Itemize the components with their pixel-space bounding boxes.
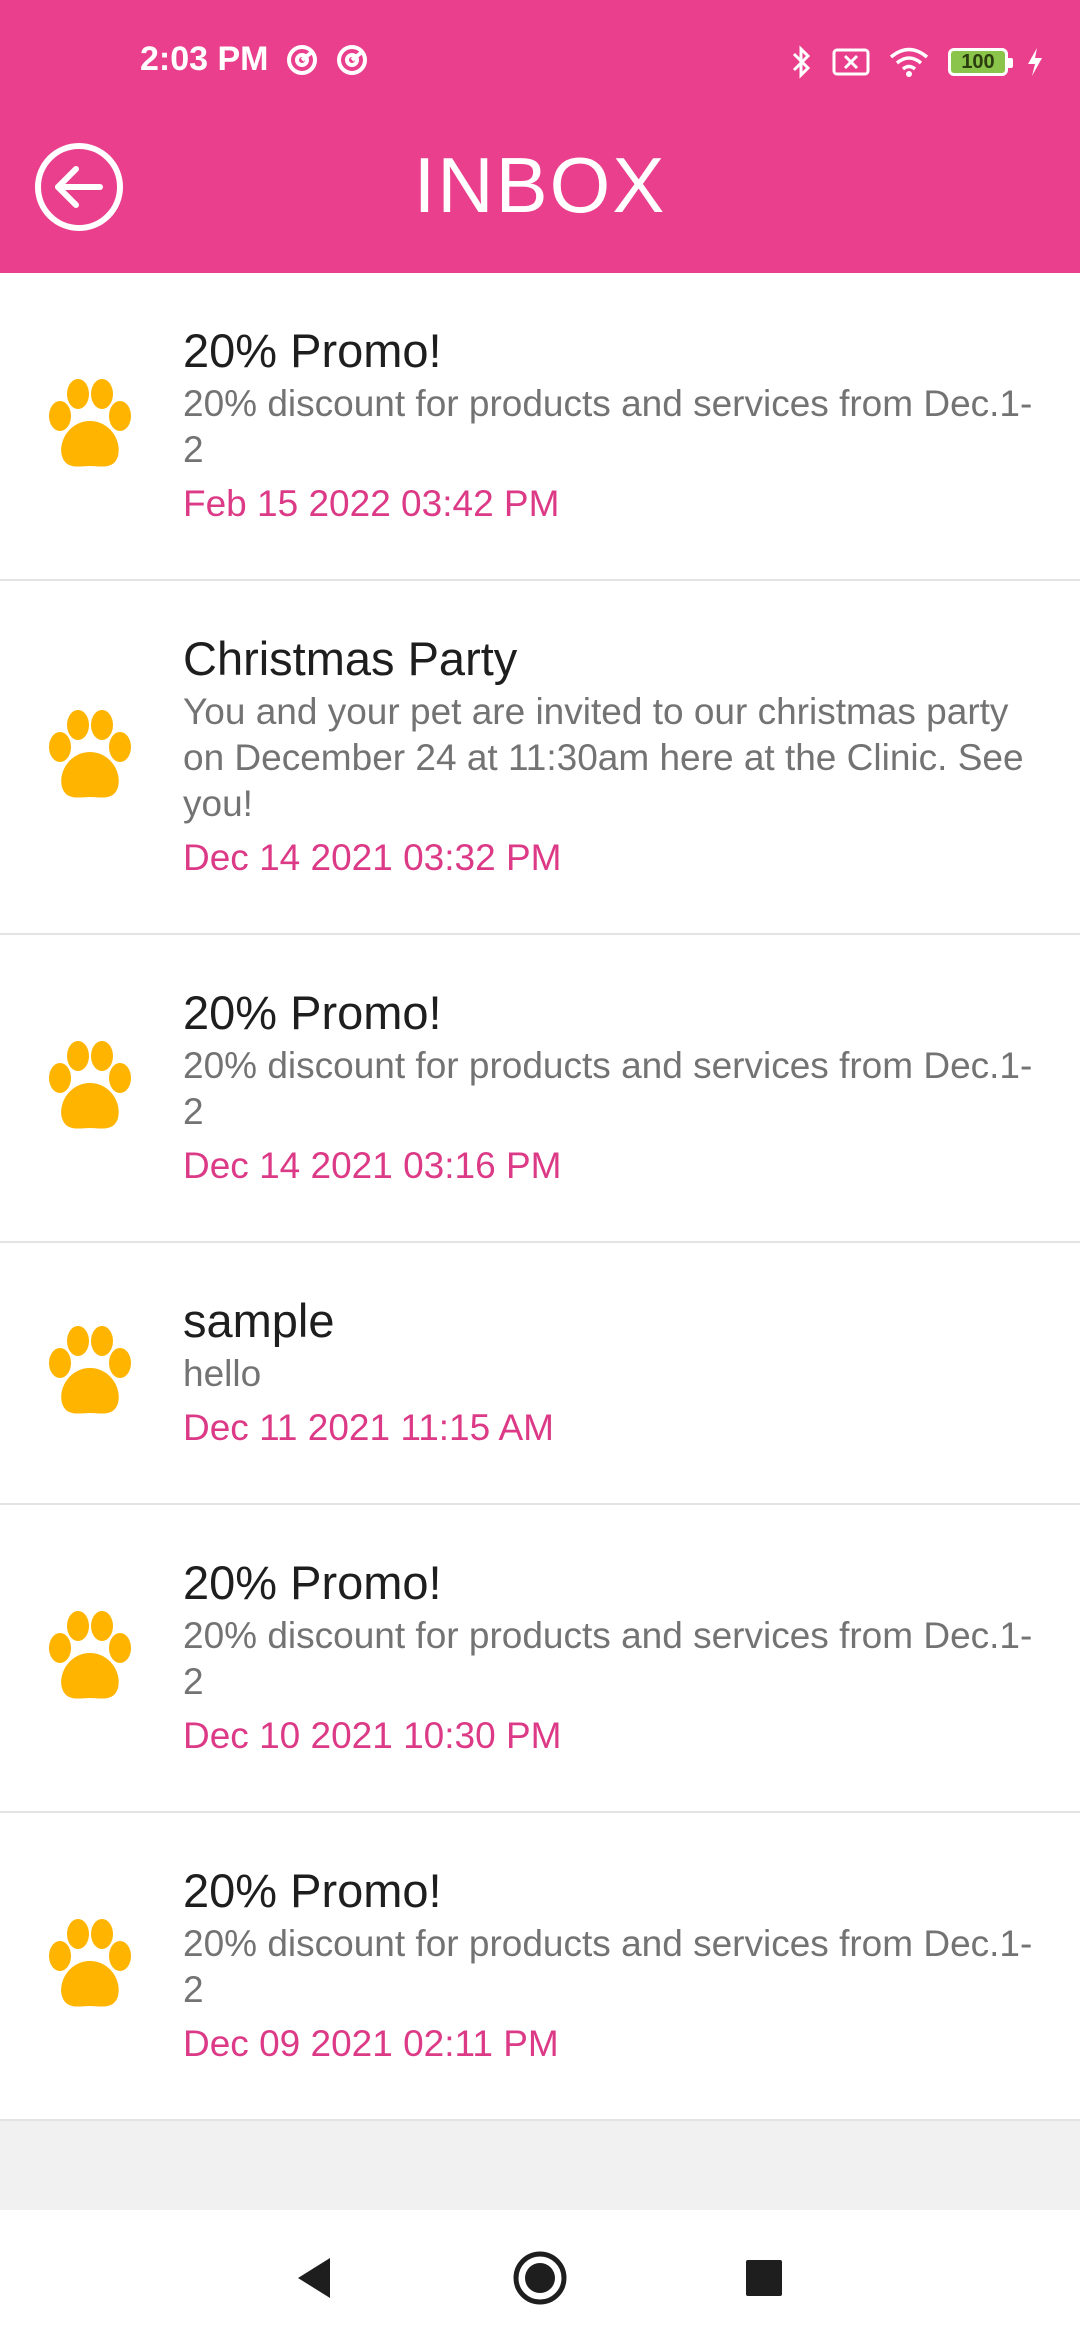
paw-icon bbox=[49, 379, 131, 467]
app-bar: 2:03 PM 100 INBOX bbox=[0, 0, 1080, 273]
message-title: 20% Promo! bbox=[183, 1556, 442, 1609]
battery-icon: 100 bbox=[948, 48, 1013, 76]
navigation-bar bbox=[0, 2210, 1080, 2340]
message-item[interactable]: 20% Promo! 20% discount for products and… bbox=[0, 1505, 1080, 1813]
message-body: 20% discount for products and services f… bbox=[183, 1615, 1033, 1702]
message-date: Dec 09 2021 02:11 PM bbox=[183, 2023, 559, 2064]
page-title: INBOX bbox=[413, 141, 667, 229]
message-title: sample bbox=[183, 1294, 335, 1347]
message-title: 20% Promo! bbox=[183, 1864, 442, 1917]
message-body: 20% discount for products and services f… bbox=[183, 1045, 1033, 1132]
message-item[interactable]: 20% Promo! 20% discount for products and… bbox=[0, 1813, 1080, 2121]
message-list: 20% Promo! 20% discount for products and… bbox=[0, 273, 1080, 2121]
nav-recents-icon[interactable] bbox=[734, 2248, 794, 2308]
paw-icon bbox=[49, 1611, 131, 1699]
charging-icon bbox=[1028, 48, 1042, 76]
paw-icon bbox=[49, 1919, 131, 2007]
nav-back-icon[interactable] bbox=[284, 2248, 344, 2308]
message-title: Christmas Party bbox=[183, 632, 518, 685]
battery-level: 100 bbox=[961, 50, 995, 73]
message-title: 20% Promo! bbox=[183, 986, 442, 1039]
message-body: hello bbox=[183, 1353, 262, 1394]
message-item[interactable]: Christmas Party You and your pet are inv… bbox=[0, 581, 1080, 935]
message-date: Dec 14 2021 03:16 PM bbox=[183, 1145, 562, 1186]
message-date: Feb 15 2022 03:42 PM bbox=[183, 483, 560, 524]
paw-icon bbox=[49, 1326, 131, 1414]
message-date: Dec 14 2021 03:32 PM bbox=[183, 837, 562, 878]
notification-icon bbox=[287, 45, 317, 75]
message-title: 20% Promo! bbox=[183, 324, 442, 377]
status-time: 2:03 PM bbox=[140, 40, 269, 78]
message-body: 20% discount for products and services f… bbox=[183, 1923, 1033, 2010]
wifi-icon bbox=[889, 47, 929, 77]
paw-icon bbox=[49, 1041, 131, 1129]
message-date: Dec 10 2021 10:30 PM bbox=[183, 1715, 562, 1756]
status-bar: 2:03 PM 100 bbox=[0, 0, 1080, 120]
sim-icon bbox=[832, 48, 870, 76]
bluetooth-icon bbox=[792, 45, 811, 79]
message-date: Dec 11 2021 11:15 AM bbox=[183, 1407, 554, 1448]
message-body: 20% discount for products and services f… bbox=[183, 383, 1033, 470]
message-item[interactable]: sample hello Dec 11 2021 11:15 AM bbox=[0, 1243, 1080, 1505]
message-item[interactable]: 20% Promo! 20% discount for products and… bbox=[0, 935, 1080, 1243]
message-item[interactable]: 20% Promo! 20% discount for products and… bbox=[0, 273, 1080, 581]
message-body: You and your pet are invited to our chri… bbox=[183, 691, 1024, 824]
nav-home-icon[interactable] bbox=[510, 2248, 570, 2308]
paw-icon bbox=[49, 710, 131, 798]
notification-icon bbox=[337, 45, 367, 75]
